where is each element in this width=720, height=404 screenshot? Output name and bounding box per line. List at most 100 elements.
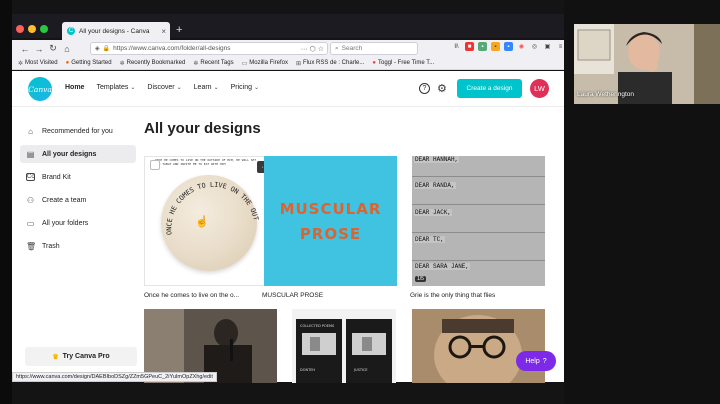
address-bar[interactable]: ◈ 🔒 https://www.canva.com/folder/all-des… [90, 42, 328, 55]
extension-icon[interactable]: ◎ [530, 42, 539, 51]
sidebar-item-all-designs[interactable]: ▤ All your designs [20, 145, 136, 163]
gear-icon: ✲ [193, 60, 199, 67]
thumb-line: DEAR SARA JANE, [414, 263, 471, 270]
nav-pricing[interactable]: Pricing ⌄ [231, 84, 259, 91]
divider [412, 176, 545, 177]
sidebar: ⌂ Recommended for you ▤ All your designs… [12, 108, 140, 382]
library-icon[interactable]: ‖\ [452, 42, 461, 51]
forward-button[interactable]: → [32, 44, 46, 54]
new-tab-button[interactable]: + [176, 24, 182, 36]
nav-label: Templates [96, 84, 129, 91]
nav-home[interactable]: Home [65, 84, 84, 91]
bookmark-label: Mozilla Firefox [249, 60, 288, 66]
cover-author: JUSTICE [353, 368, 368, 372]
divider [412, 232, 545, 233]
help-button[interactable]: Help ? [516, 351, 556, 371]
bookmark-label: Toggl - Free Time T... [377, 60, 435, 66]
bookmark-item[interactable]: ▭ Mozilla Firefox [242, 60, 288, 67]
gear-icon[interactable]: ⚙ [437, 82, 447, 95]
help-icon[interactable]: ? [419, 83, 430, 94]
bookmark-label: Recent Tags [200, 60, 234, 66]
nav-label: Home [65, 84, 85, 91]
sidebar-item-brand-kit[interactable]: Co Brand Kit [20, 168, 136, 186]
back-button[interactable]: ← [18, 44, 32, 54]
create-design-button[interactable]: Create a design [457, 79, 522, 98]
design-card[interactable]: DEAR HANNAH, DEAR RANDA, DEAR JACK, DEAR… [412, 156, 545, 286]
folder-icon: ▤ [26, 149, 35, 159]
page-actions-icon[interactable]: ··· ⬡ ☆ [301, 45, 327, 53]
select-checkbox[interactable] [150, 160, 160, 170]
chevron-down-icon: ⌄ [130, 85, 136, 91]
crown-icon: ♛ [52, 353, 59, 361]
bookmark-item[interactable]: ● Getting Started [66, 60, 112, 66]
design-card[interactable]: ONCE HE COMES TO LIVE ON THE OUTSIDE OF … [144, 156, 277, 286]
sidebar-item-create-team[interactable]: ⚇ Create a team [20, 191, 136, 209]
chevron-down-icon: ⌄ [254, 85, 260, 91]
browser-tab[interactable]: C All your designs - Canva × [62, 22, 170, 40]
home-button[interactable]: ⌂ [60, 44, 74, 54]
search-field[interactable]: ⌕ Search [330, 42, 418, 55]
bookmark-item[interactable]: ✲ Recent Tags [193, 60, 233, 67]
thumb-line: THE TABLE AND INVITE ME TO EAT WITH HIM [155, 162, 226, 166]
design-card[interactable]: COLLECTED POEMS DONTEH JUSTICE [292, 309, 396, 383]
sidebar-item-label: Trash [42, 242, 60, 250]
extension-icon[interactable]: ◉ [517, 42, 526, 51]
arc-text: ONCE HE COMES TO LIVE ON THE OUT [165, 181, 260, 235]
status-bar-url: https://www.canva.com/design/DAEBIboDSZg… [12, 372, 217, 382]
url-text: https://www.canva.com/folder/all-designs [113, 45, 231, 52]
canva-logo[interactable]: Canva [28, 77, 52, 101]
folder-icon: ▭ [241, 60, 248, 67]
bookmarks-bar: ✲ Most Visited ● Getting Started ✲ Recently… [12, 57, 564, 70]
sidebar-item-trash[interactable]: 🗑 Trash [20, 237, 136, 255]
sidebar-item-recommended[interactable]: ⌂ Recommended for you [20, 122, 136, 140]
nav-templates[interactable]: Templates ⌄ [96, 84, 135, 91]
page-count-badge: 1/5 [415, 276, 426, 282]
toggl-icon: ● [372, 60, 376, 66]
shield-icon: ◈ [95, 46, 100, 52]
nav-learn[interactable]: Learn ⌄ [194, 84, 219, 91]
brand-kit-icon: Co [26, 173, 35, 181]
close-tab-icon[interactable]: × [161, 27, 170, 36]
extension-icon[interactable]: ▪ [478, 42, 487, 51]
gear-icon: ✲ [18, 60, 24, 67]
nav-discover[interactable]: Discover ⌄ [147, 84, 181, 91]
minimize-window-button[interactable] [28, 25, 36, 33]
bookmark-item[interactable]: ✲ Most Visited [18, 60, 58, 67]
design-title[interactable]: MUSCULAR PROSE [262, 292, 394, 299]
trash-icon: 🗑 [26, 241, 37, 251]
tab-title: All your designs - Canva [79, 27, 150, 35]
divider [412, 204, 545, 205]
close-window-button[interactable] [16, 25, 24, 33]
extension-icon[interactable]: ▪ [504, 42, 513, 51]
extension-icon[interactable]: ▣ [543, 42, 552, 51]
nav-label: Pricing [230, 84, 252, 91]
cover-title: COLLECTED POEMS [300, 324, 335, 328]
maximize-window-button[interactable] [40, 25, 48, 33]
rss-icon: ⊞ [295, 60, 301, 67]
try-canva-pro-button[interactable]: ♛ Try Canva Pro [25, 347, 137, 366]
design-card[interactable]: MUSCULAR PROSE [264, 156, 397, 286]
sidebar-item-label: Create a team [42, 196, 87, 204]
design-title[interactable]: Grie is the only thing that flies [410, 292, 542, 299]
thumb-line: PROSE [299, 224, 362, 243]
team-icon: ⚇ [26, 195, 35, 205]
bookmark-item[interactable]: ⊞ Flux RSS de : Charle... [296, 60, 364, 67]
design-title[interactable]: Once he comes to live on the o... [144, 292, 276, 299]
bookmark-item[interactable]: ● Toggl - Free Time T... [372, 60, 434, 66]
avatar[interactable]: LW [530, 79, 549, 98]
book-covers-thumbnail: COLLECTED POEMS DONTEH JUSTICE [292, 309, 396, 383]
design-card[interactable] [412, 309, 545, 383]
extension-icon[interactable]: ▪ [491, 42, 500, 51]
search-placeholder: Search [341, 45, 363, 52]
chevron-down-icon: ⌄ [213, 85, 219, 91]
extension-icon[interactable]: ■ [465, 42, 474, 51]
help-label: Help [525, 357, 540, 365]
home-icon: ⌂ [28, 126, 33, 136]
sidebar-item-label: All your designs [42, 150, 97, 158]
sidebar-item-all-folders[interactable]: ▭ All your folders [20, 214, 136, 232]
reload-button[interactable]: ↻ [46, 43, 60, 54]
toolbar-extensions: ‖\ ■ ▪ ▪ ▪ ◉ ◎ ▣ ≡ [452, 42, 565, 51]
question-icon: ? [542, 357, 547, 365]
bookmark-item[interactable]: ✲ Recently Bookmarked [120, 60, 186, 67]
canva-favicon-icon: C [67, 27, 75, 35]
